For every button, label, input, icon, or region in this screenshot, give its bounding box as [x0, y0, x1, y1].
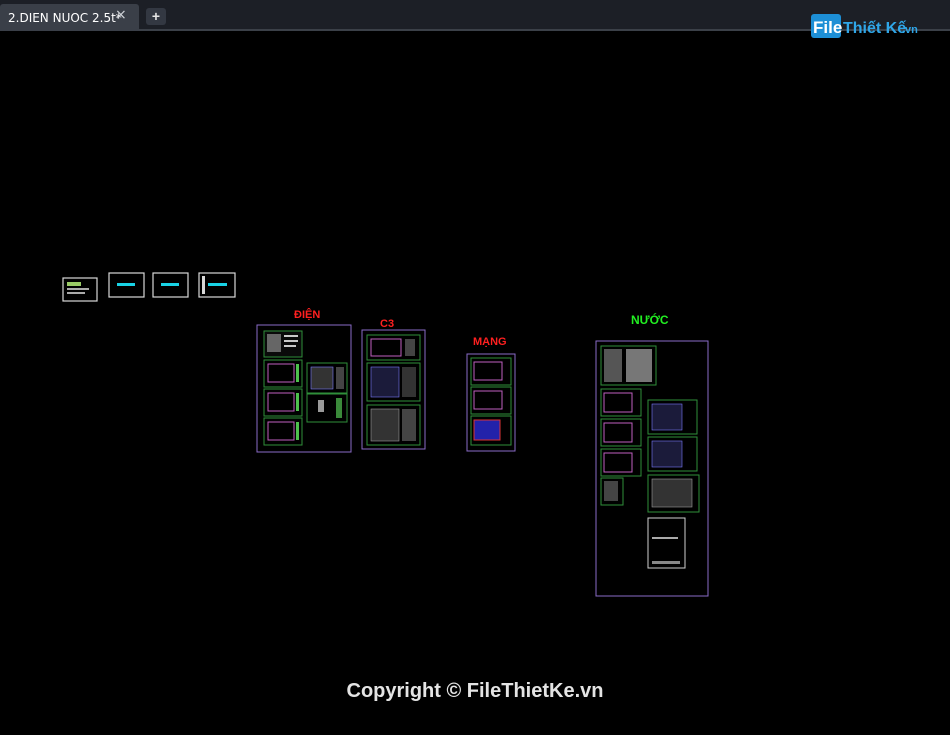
c3-sheet-group: [361, 329, 426, 450]
model-space-drawing: ĐIỆN C3 MẠNG NƯỚC: [62, 272, 709, 597]
dien-label: ĐIỆN: [294, 308, 320, 321]
tab-document[interactable]: 2.DIEN NUOC 2.5t* ×: [0, 4, 139, 31]
new-tab-button[interactable]: +: [146, 8, 166, 25]
copyright-watermark: Copyright © FileThietKe.vn: [346, 680, 604, 702]
document-tab-bar: 2.DIEN NUOC 2.5t* × +: [0, 0, 950, 31]
close-icon[interactable]: ×: [115, 7, 127, 23]
mang-sheet-group: [466, 353, 516, 452]
c3-label: C3: [380, 318, 394, 330]
nuoc-label: NƯỚC: [631, 312, 669, 327]
drawing-canvas[interactable]: ĐIỆN C3 MẠNG NƯỚC: [0, 31, 950, 730]
tab-document-label: 2.DIEN NUOC 2.5t*: [8, 11, 122, 25]
dien-sheet-group: [256, 324, 352, 453]
mang-label: MẠNG: [473, 336, 507, 348]
nuoc-sheet-group: [595, 340, 709, 597]
cover-sheet-thumbnails: [62, 272, 236, 302]
